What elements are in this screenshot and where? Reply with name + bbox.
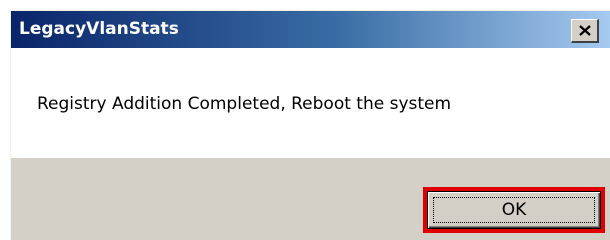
close-button[interactable] bbox=[571, 19, 599, 43]
button-bar: OK bbox=[11, 158, 610, 240]
message-dialog: LegacyVlanStats Registry Addition Comple… bbox=[10, 10, 610, 240]
title-bar[interactable]: LegacyVlanStats bbox=[11, 11, 610, 48]
close-icon bbox=[578, 25, 591, 36]
message-area: Registry Addition Completed, Reboot the … bbox=[11, 48, 610, 158]
ok-button[interactable]: OK bbox=[427, 191, 601, 229]
window-title: LegacyVlanStats bbox=[19, 19, 179, 39]
dialog-message: Registry Addition Completed, Reboot the … bbox=[37, 94, 452, 114]
ok-button-label: OK bbox=[501, 200, 527, 220]
